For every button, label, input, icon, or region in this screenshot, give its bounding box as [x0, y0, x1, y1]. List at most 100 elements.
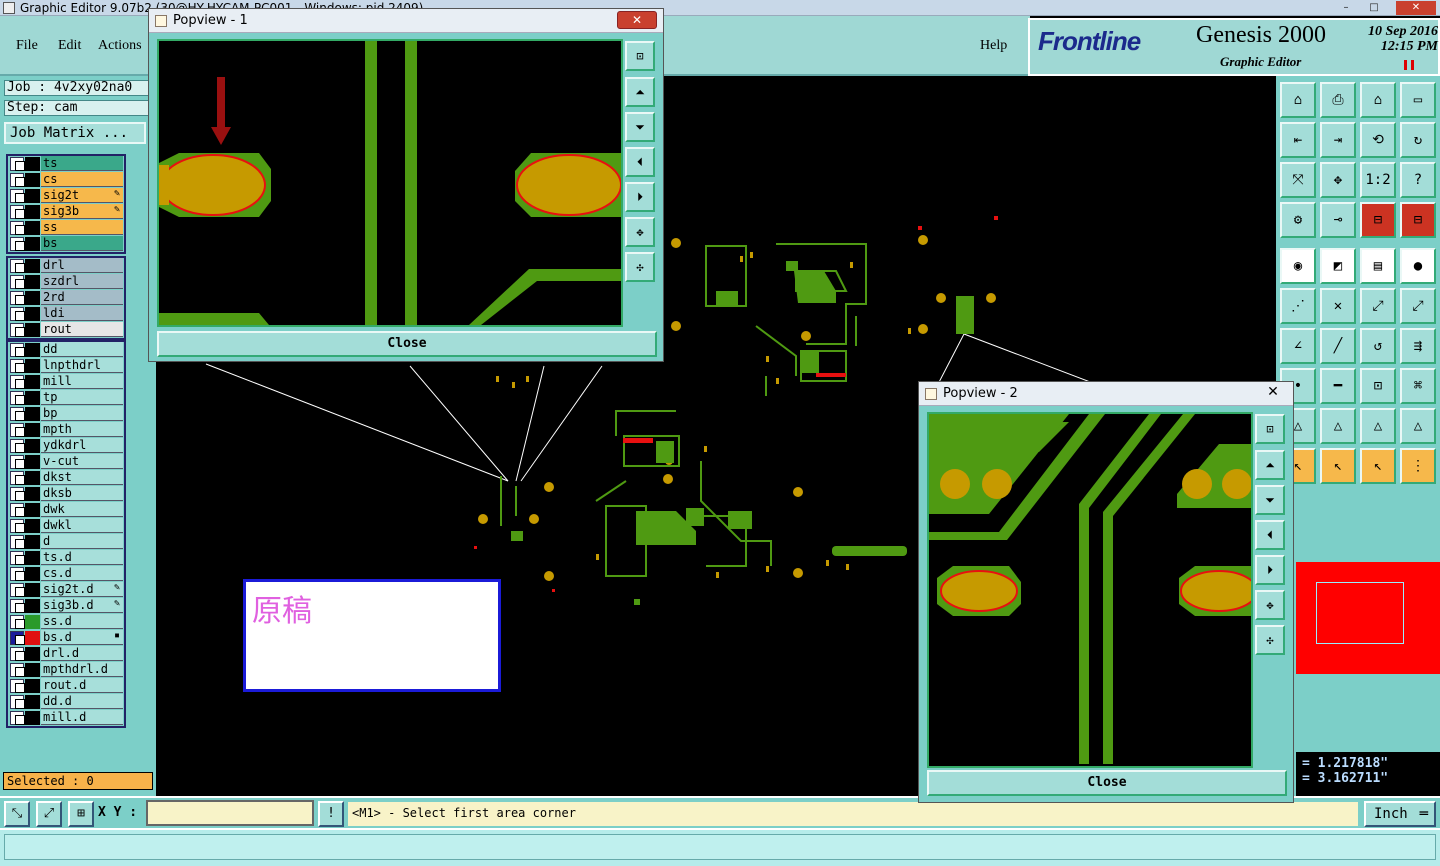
- layer-checkbox[interactable]: [10, 711, 25, 725]
- layer-checkbox[interactable]: [10, 631, 25, 645]
- popview-1-close-button[interactable]: Close: [157, 331, 657, 357]
- layer-checkbox[interactable]: [10, 455, 25, 469]
- pan-right-icon[interactable]: ⏵: [1255, 555, 1285, 585]
- pointer2-icon[interactable]: ↖: [1320, 448, 1356, 484]
- layer-row[interactable]: 2rd: [8, 290, 124, 306]
- layer-row[interactable]: mpthdrl.d: [8, 662, 124, 678]
- measure-mode-icon[interactable]: ⤢: [36, 801, 62, 827]
- layer-row[interactable]: v-cut: [8, 454, 124, 470]
- measure-icon[interactable]: ◩: [1320, 248, 1356, 284]
- layer-row[interactable]: rout.d: [8, 678, 124, 694]
- layer-row[interactable]: drl.d: [8, 646, 124, 662]
- layer-row[interactable]: dd.d: [8, 694, 124, 710]
- layer-checkbox[interactable]: [10, 391, 25, 405]
- layer-name[interactable]: dkst: [41, 470, 123, 485]
- zoom-in-icon[interactable]: ⎙: [1320, 82, 1356, 118]
- layer-checkbox[interactable]: [10, 189, 25, 203]
- layer-checkbox[interactable]: [10, 307, 25, 321]
- layer-checkbox[interactable]: [10, 291, 25, 305]
- layer-row[interactable]: ts: [8, 156, 124, 172]
- layer-checkbox[interactable]: [10, 375, 25, 389]
- xy-input[interactable]: [146, 800, 314, 826]
- minimize-button[interactable]: –: [1334, 1, 1358, 15]
- layer-name[interactable]: mpthdrl.d: [41, 662, 123, 677]
- layer-row[interactable]: ss.d: [8, 614, 124, 630]
- popview-2-close-button[interactable]: Close: [927, 770, 1287, 796]
- layer-name[interactable]: sig2t.d: [41, 582, 123, 597]
- layer-checkbox[interactable]: [10, 275, 25, 289]
- pointer4-icon[interactable]: ⋮: [1400, 448, 1436, 484]
- line-icon[interactable]: ╱: [1320, 328, 1356, 364]
- connect-icon[interactable]: ⋰: [1280, 288, 1316, 324]
- layer-checkbox[interactable]: [10, 615, 25, 629]
- layer-color-swatch[interactable]: [25, 259, 40, 273]
- cross-icon[interactable]: ✕: [1320, 288, 1356, 324]
- layer-color-swatch[interactable]: [25, 663, 40, 677]
- layer-color-swatch[interactable]: [25, 307, 40, 321]
- layer-color-swatch[interactable]: [25, 157, 40, 171]
- layer-color-swatch[interactable]: [25, 455, 40, 469]
- layer-name[interactable]: cs.d: [41, 566, 123, 581]
- layer-color-swatch[interactable]: [25, 647, 40, 661]
- layer-row[interactable]: dwk: [8, 502, 124, 518]
- layer-checkbox[interactable]: [10, 599, 25, 613]
- pan-down-icon[interactable]: ⏷: [1255, 485, 1285, 515]
- layer-checkbox[interactable]: [10, 221, 25, 235]
- triangle3-icon[interactable]: △: [1360, 408, 1396, 444]
- menu-help[interactable]: Help: [980, 38, 1007, 54]
- layer-checkbox[interactable]: [10, 173, 25, 187]
- layer-color-swatch[interactable]: [25, 599, 40, 613]
- layer-name[interactable]: dd.d: [41, 694, 123, 709]
- layer-checkbox[interactable]: [10, 439, 25, 453]
- zoom-home-icon[interactable]: ⌂: [1280, 82, 1316, 118]
- layer-row[interactable]: dksb: [8, 486, 124, 502]
- layer-checkbox[interactable]: [10, 259, 25, 273]
- popview-2-view[interactable]: [927, 412, 1258, 768]
- layer-color-swatch[interactable]: [25, 711, 40, 725]
- split-icon[interactable]: ⇶: [1400, 328, 1436, 364]
- bottom-input-area[interactable]: [4, 834, 1436, 860]
- pan-left-icon[interactable]: ⏴: [1255, 520, 1285, 550]
- layer-row[interactable]: bs.d ▪: [8, 630, 124, 646]
- layer-color-swatch[interactable]: [25, 551, 40, 565]
- point2-icon[interactable]: ⤢: [1400, 288, 1436, 324]
- units-select[interactable]: Inch ═: [1364, 801, 1436, 827]
- layer-name[interactable]: tp: [41, 390, 123, 405]
- layer-row[interactable]: mill: [8, 374, 124, 390]
- layer-row[interactable]: szdrl: [8, 274, 124, 290]
- menu-edit[interactable]: Edit: [58, 38, 81, 54]
- layer-name[interactable]: d: [41, 534, 123, 549]
- layer-color-swatch[interactable]: [25, 503, 40, 517]
- layer-name[interactable]: sig3b: [41, 204, 123, 219]
- layer-checkbox[interactable]: [10, 503, 25, 517]
- layer-color-swatch[interactable]: [25, 407, 40, 421]
- layer-row[interactable]: mill.d: [8, 710, 124, 726]
- window-close-button[interactable]: ✕: [1396, 1, 1436, 15]
- warning-button[interactable]: !: [318, 801, 344, 827]
- layer-checkbox[interactable]: [10, 343, 25, 357]
- layer-name[interactable]: dd: [41, 342, 123, 357]
- pause-icon[interactable]: [1404, 60, 1414, 70]
- layer-row[interactable]: rout: [8, 322, 124, 338]
- layer-checkbox[interactable]: [10, 551, 25, 565]
- layer-name[interactable]: szdrl: [41, 274, 123, 289]
- layer-checkbox[interactable]: [10, 205, 25, 219]
- dot-icon[interactable]: ●: [1400, 248, 1436, 284]
- point-icon[interactable]: ⤢: [1360, 288, 1396, 324]
- pan-up-icon[interactable]: ⏶: [1255, 450, 1285, 480]
- layer-row[interactable]: ss: [8, 220, 124, 236]
- layer-name[interactable]: mill.d: [41, 710, 123, 725]
- snap-mode-icon[interactable]: ⤡: [4, 801, 30, 827]
- layer-checkbox[interactable]: [10, 567, 25, 581]
- popview-2-x-button[interactable]: ✕: [1253, 384, 1293, 402]
- pan-down-icon[interactable]: ⏷: [625, 112, 655, 142]
- popview-1-view[interactable]: [157, 39, 623, 327]
- layer-name[interactable]: ss: [41, 220, 123, 235]
- layer-color-swatch[interactable]: [25, 471, 40, 485]
- layer-row[interactable]: bs: [8, 236, 124, 252]
- layer-color-swatch[interactable]: [25, 205, 40, 219]
- menu-file[interactable]: File: [16, 38, 38, 54]
- redraw-icon[interactable]: ↻: [1400, 122, 1436, 158]
- layer-name[interactable]: ydkdrl: [41, 438, 123, 453]
- layer-name[interactable]: ss.d: [41, 614, 123, 629]
